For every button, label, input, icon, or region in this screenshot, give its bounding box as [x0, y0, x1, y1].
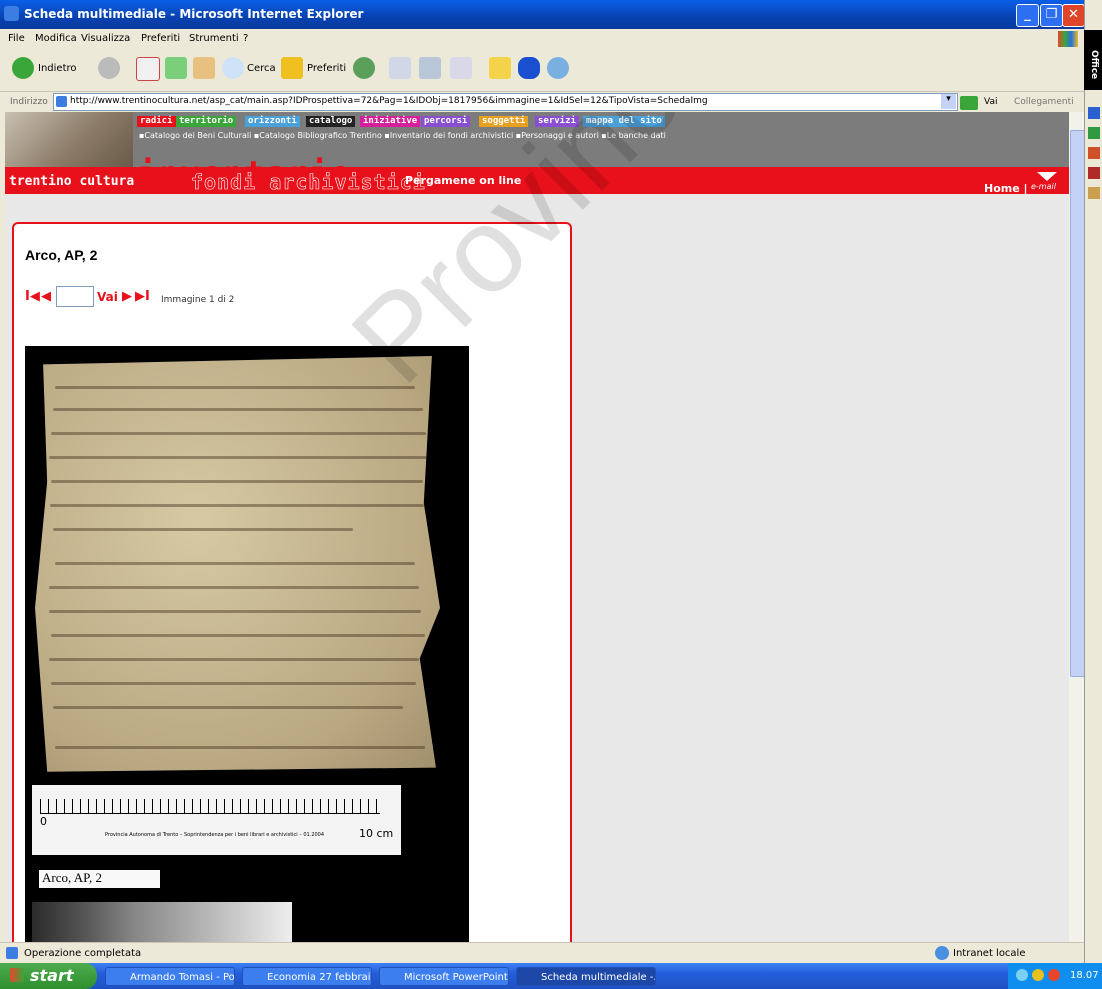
task-scheda[interactable]: Scheda multimediale -... [516, 967, 656, 986]
minimize-button[interactable]: _ [1016, 4, 1039, 27]
intranet-icon [935, 946, 949, 960]
record-title: Arco, AP, 2 [25, 247, 98, 263]
scan-label: Arco, AP, 2 [38, 869, 161, 889]
menu-file[interactable]: File [8, 33, 25, 44]
favorites-icon[interactable] [281, 57, 303, 79]
start-button[interactable]: start [0, 963, 97, 989]
search-label[interactable]: Cerca [247, 63, 276, 74]
task-economia[interactable]: Economia 27 febbraio [242, 967, 372, 986]
gray-scale-strip [32, 902, 292, 942]
system-tray: 18.07 [1008, 963, 1102, 989]
office-shortcut-bar [1084, 0, 1102, 963]
windows-logo-icon [1058, 31, 1078, 47]
brand-text: trentino cultura [9, 174, 135, 189]
ruler-caption: Provincia Autonoma di Trento – Soprinten… [105, 832, 325, 838]
notes-icon[interactable] [489, 57, 511, 79]
page-done-icon [6, 947, 18, 959]
stop-icon[interactable] [136, 57, 160, 81]
nav-iniziative[interactable]: iniziative [360, 116, 421, 127]
nav-percorsi[interactable]: percorsi [421, 116, 471, 127]
nav-orizzonti[interactable]: orizzonti [245, 116, 300, 127]
windows-flag-icon [10, 968, 24, 982]
image-counter: Immagine 1 di 2 [161, 295, 235, 305]
status-bar: Operazione completata Intranet locale [0, 942, 1084, 964]
menu-visualizza[interactable]: Visualizza [81, 33, 130, 44]
office-label: Office [1089, 50, 1099, 80]
tray-network-icon[interactable] [1016, 969, 1028, 981]
nav-catalogo[interactable]: catalogo [306, 116, 356, 127]
close-button[interactable]: ✕ [1062, 4, 1085, 27]
page-number-input[interactable] [56, 286, 94, 307]
word-icon[interactable] [1088, 107, 1100, 119]
task-powerpoint[interactable]: Microsoft PowerPoint ... [379, 967, 509, 986]
ruler-end: 10 cm [359, 827, 394, 840]
links-label[interactable]: Collegamenti [1014, 97, 1074, 107]
forward-icon[interactable] [98, 57, 120, 79]
ruler-zero: 0 [40, 815, 47, 828]
history-icon[interactable] [353, 57, 375, 79]
go-icon[interactable] [960, 96, 978, 110]
address-url: http://www.trentinocultura.net/asp_cat/m… [70, 96, 708, 106]
edit-word-icon[interactable] [450, 57, 472, 79]
task-armando[interactable]: Armando Tomasi - Po... [105, 967, 235, 986]
ruler [40, 799, 380, 814]
nav-territorio[interactable]: territorio [176, 116, 237, 127]
go-label[interactable]: Vai [984, 97, 997, 107]
maximize-button[interactable]: ❐ [1040, 4, 1063, 27]
messenger-icon[interactable] [547, 57, 569, 79]
mail-icon[interactable] [389, 57, 411, 79]
start-label: start [30, 966, 74, 985]
menu-preferiti[interactable]: Preferiti [141, 33, 180, 44]
menu-modifica[interactable]: Modifica [35, 33, 77, 44]
print-icon[interactable] [419, 57, 441, 79]
clock: 18.07 [1070, 970, 1099, 981]
favorites-label[interactable]: Preferiti [307, 63, 346, 74]
parchment [35, 356, 440, 772]
ruler-panel: 0 10 cm Provincia Autonoma di Trento – S… [32, 785, 401, 855]
home-icon[interactable] [193, 57, 215, 79]
address-label: Indirizzo [10, 97, 48, 107]
menu-bar: File Modifica Visualizza Preferiti Strum… [0, 29, 1084, 49]
address-dropdown-icon[interactable]: ▾ [941, 94, 956, 109]
fondi-logo: fondi archivistici [191, 170, 426, 195]
folder-icon[interactable] [1088, 187, 1100, 199]
address-input[interactable]: http://www.trentinocultura.net/asp_cat/m… [53, 93, 958, 111]
email-link[interactable]: e-mail [1027, 172, 1065, 192]
page-viewport: radici territorio orizzonti catalogo ini… [5, 112, 1069, 942]
refresh-icon[interactable] [165, 57, 187, 79]
office-bar-header: Office [1084, 30, 1102, 90]
menu-strumenti[interactable]: Strumenti [189, 33, 239, 44]
home-link[interactable]: Home | [984, 182, 1028, 195]
bluetooth-icon[interactable] [518, 57, 540, 79]
powerpoint-icon[interactable] [1088, 147, 1100, 159]
last-page-icon[interactable]: ▶I [135, 289, 150, 304]
back-icon[interactable] [12, 57, 34, 79]
zone-text: Intranet locale [953, 948, 1026, 959]
title-bar: Scheda multimediale - Microsoft Internet… [0, 0, 1085, 29]
tray-security-icon[interactable] [1048, 969, 1060, 981]
prev-page-icon[interactable]: ◀ [41, 289, 51, 304]
ie-icon [4, 6, 19, 21]
menu-help[interactable]: ? [243, 33, 248, 44]
email-label: e-mail [1031, 182, 1056, 191]
excel-icon[interactable] [1088, 127, 1100, 139]
page-icon [56, 96, 67, 107]
tray-volume-icon[interactable] [1032, 969, 1044, 981]
scrollbar-thumb[interactable] [1070, 130, 1085, 677]
nav-radici[interactable]: radici [137, 116, 176, 127]
envelope-icon [1037, 172, 1057, 181]
access-icon[interactable] [1088, 167, 1100, 179]
first-page-icon[interactable]: I◀ [25, 289, 40, 304]
status-text: Operazione completata [24, 948, 142, 959]
next-page-icon[interactable]: ▶ [122, 289, 132, 304]
window-title: Scheda multimediale - Microsoft Internet… [24, 7, 364, 21]
search-icon[interactable] [222, 57, 244, 79]
toolbar: Indietro Cerca Preferiti [0, 49, 1084, 92]
go-page-button[interactable]: Vai [97, 290, 118, 304]
back-label[interactable]: Indietro [38, 63, 77, 74]
